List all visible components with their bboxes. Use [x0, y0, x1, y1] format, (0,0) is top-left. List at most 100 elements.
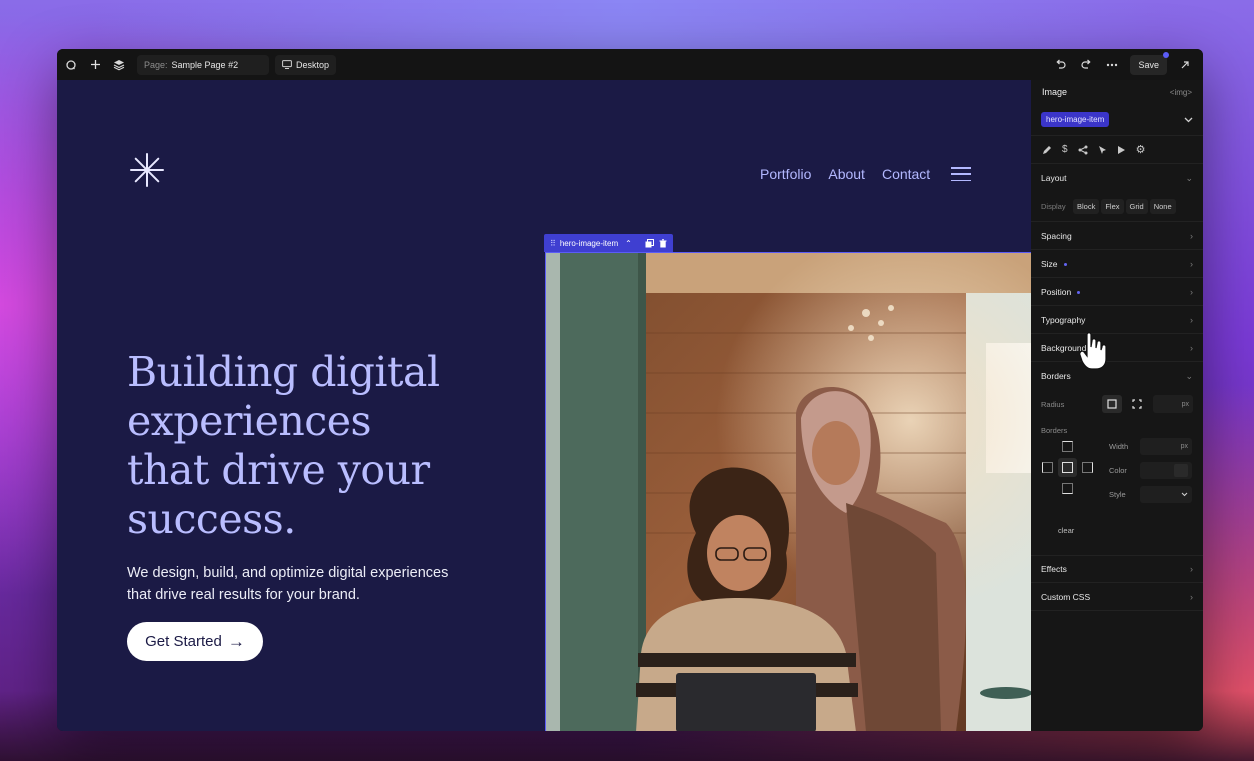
border-left-icon[interactable]: [1042, 462, 1053, 473]
border-style-field: Style: [1109, 486, 1192, 503]
chevron-down-icon: ⌄: [1185, 172, 1193, 183]
border-width-input[interactable]: px: [1140, 438, 1192, 455]
section-custom-css[interactable]: Custom CSS ›: [1031, 583, 1203, 611]
chevron-right-icon: ›: [1190, 286, 1193, 297]
hero-photo: [546, 253, 1031, 731]
headline-line: that drive your: [127, 446, 430, 494]
trash-icon[interactable]: [659, 238, 667, 248]
section-label: Effects: [1041, 564, 1067, 574]
selection-label[interactable]: ⠿ hero-image-item ⌃: [544, 234, 673, 252]
radius-individual-icon[interactable]: [1128, 395, 1147, 413]
chevron-down-icon: [1181, 492, 1188, 497]
nav-link-portfolio[interactable]: Portfolio: [760, 166, 811, 182]
width-unit: px: [1180, 443, 1188, 450]
display-options: Display Block Flex Grid None: [1031, 192, 1203, 222]
section-typography[interactable]: Typography ›: [1031, 306, 1203, 334]
drag-handle-icon[interactable]: ⠿: [550, 239, 556, 248]
section-borders[interactable]: Borders ⌄: [1031, 362, 1203, 390]
chevron-right-icon: ›: [1190, 342, 1193, 353]
border-top-icon[interactable]: [1062, 441, 1073, 452]
modified-dot: [1063, 262, 1067, 266]
site-nav: Portfolio About Contact: [760, 166, 972, 182]
section-layout[interactable]: Layout ⌄: [1031, 164, 1203, 192]
border-color-input[interactable]: [1140, 462, 1192, 479]
redo-icon[interactable]: [1074, 53, 1098, 77]
display-option-none[interactable]: None: [1149, 199, 1176, 214]
pencil-icon[interactable]: [1042, 145, 1052, 155]
search-icon[interactable]: [59, 53, 83, 77]
dollar-icon[interactable]: $: [1062, 144, 1068, 155]
radius-label: Radius: [1041, 399, 1065, 409]
device-selector-label: Desktop: [296, 59, 330, 70]
border-bottom-icon[interactable]: [1062, 483, 1073, 494]
radius-all-icon[interactable]: [1102, 395, 1122, 413]
element-tag: <img>: [1169, 87, 1192, 97]
properties-panel: Image <img> hero-image-item $ ⚙ Layout ⌄…: [1031, 80, 1203, 731]
pointer-icon[interactable]: [1098, 145, 1107, 155]
design-canvas[interactable]: Portfolio About Contact Building digital…: [57, 80, 1031, 731]
section-spacing[interactable]: Spacing ›: [1031, 222, 1203, 250]
section-label: Borders: [1041, 371, 1071, 381]
arrow-right-icon: →: [227, 631, 245, 651]
more-icon[interactable]: [1100, 53, 1124, 77]
display-option-flex[interactable]: Flex: [1101, 199, 1124, 214]
radius-row: Radius px: [1031, 390, 1203, 418]
class-selector[interactable]: hero-image-item: [1031, 104, 1203, 136]
add-icon[interactable]: [83, 53, 107, 77]
monitor-icon: [282, 60, 292, 69]
section-background[interactable]: Background ›: [1031, 334, 1203, 362]
section-size[interactable]: Size ›: [1031, 250, 1203, 278]
unsaved-indicator: [1163, 51, 1169, 58]
clear-borders-button[interactable]: clear: [1058, 526, 1074, 535]
hero-headline[interactable]: Building digital experiences that drive …: [127, 348, 507, 544]
page-selector[interactable]: Page: Sample Page #2: [137, 54, 269, 75]
class-chip[interactable]: hero-image-item: [1041, 112, 1110, 127]
device-selector[interactable]: Desktop: [275, 54, 337, 75]
section-effects[interactable]: Effects ›: [1031, 555, 1203, 583]
modified-dot: [1077, 290, 1081, 294]
chevron-right-icon: ›: [1190, 230, 1193, 241]
asterisk-logo-icon[interactable]: [129, 152, 165, 188]
section-label: Spacing: [1041, 230, 1072, 241]
page-selector-label: Page:: [144, 59, 168, 70]
hamburger-menu-icon[interactable]: [951, 167, 972, 181]
headline-line: experiences: [127, 397, 372, 445]
page-selector-value: Sample Page #2: [171, 59, 239, 70]
border-right-icon[interactable]: [1082, 462, 1093, 473]
panel-title: Image: [1042, 87, 1068, 97]
editor-window: Page: Sample Page #2 Desktop Save Portfo…: [57, 49, 1203, 731]
subtext-line: that drive real results for your brand.: [127, 587, 360, 603]
save-button[interactable]: Save: [1130, 51, 1169, 75]
section-label: Layout: [1041, 173, 1067, 183]
share-icon[interactable]: [1078, 145, 1088, 155]
get-started-button[interactable]: Get Started →: [127, 622, 263, 661]
section-label: Position: [1041, 286, 1072, 297]
selection-label-name: hero-image-item: [559, 238, 619, 248]
nav-link-about[interactable]: About: [828, 166, 865, 182]
border-style-select[interactable]: [1140, 486, 1192, 503]
border-editor: clear Width px Color Style: [1031, 438, 1203, 549]
color-swatch[interactable]: [1174, 464, 1188, 477]
panel-tabs: $ ⚙: [1031, 136, 1203, 164]
border-all-icon[interactable]: [1062, 462, 1073, 473]
layers-icon[interactable]: [107, 53, 131, 77]
nav-link-contact[interactable]: Contact: [882, 166, 930, 182]
display-option-grid[interactable]: Grid: [1125, 199, 1148, 214]
chevron-right-icon: ›: [1190, 314, 1193, 325]
get-started-label: Get Started: [145, 633, 222, 650]
hero-subtext[interactable]: We design, build, and optimize digital e…: [127, 562, 497, 606]
chevron-up-icon[interactable]: ⌃: [625, 239, 632, 248]
radius-input[interactable]: px: [1152, 395, 1194, 413]
undo-icon[interactable]: [1048, 53, 1072, 77]
duplicate-icon[interactable]: [645, 238, 654, 248]
chevron-down-icon[interactable]: [1184, 117, 1193, 123]
external-link-icon[interactable]: [1173, 53, 1197, 77]
hand-cursor-icon: [1079, 332, 1107, 370]
top-toolbar: Page: Sample Page #2 Desktop Save: [57, 49, 1203, 80]
hero-image[interactable]: [545, 252, 1031, 731]
section-position[interactable]: Position ›: [1031, 278, 1203, 306]
play-icon[interactable]: [1117, 145, 1126, 155]
section-label: Custom CSS: [1041, 591, 1091, 602]
gear-icon[interactable]: ⚙: [1136, 143, 1146, 156]
display-option-block[interactable]: Block: [1073, 199, 1100, 214]
